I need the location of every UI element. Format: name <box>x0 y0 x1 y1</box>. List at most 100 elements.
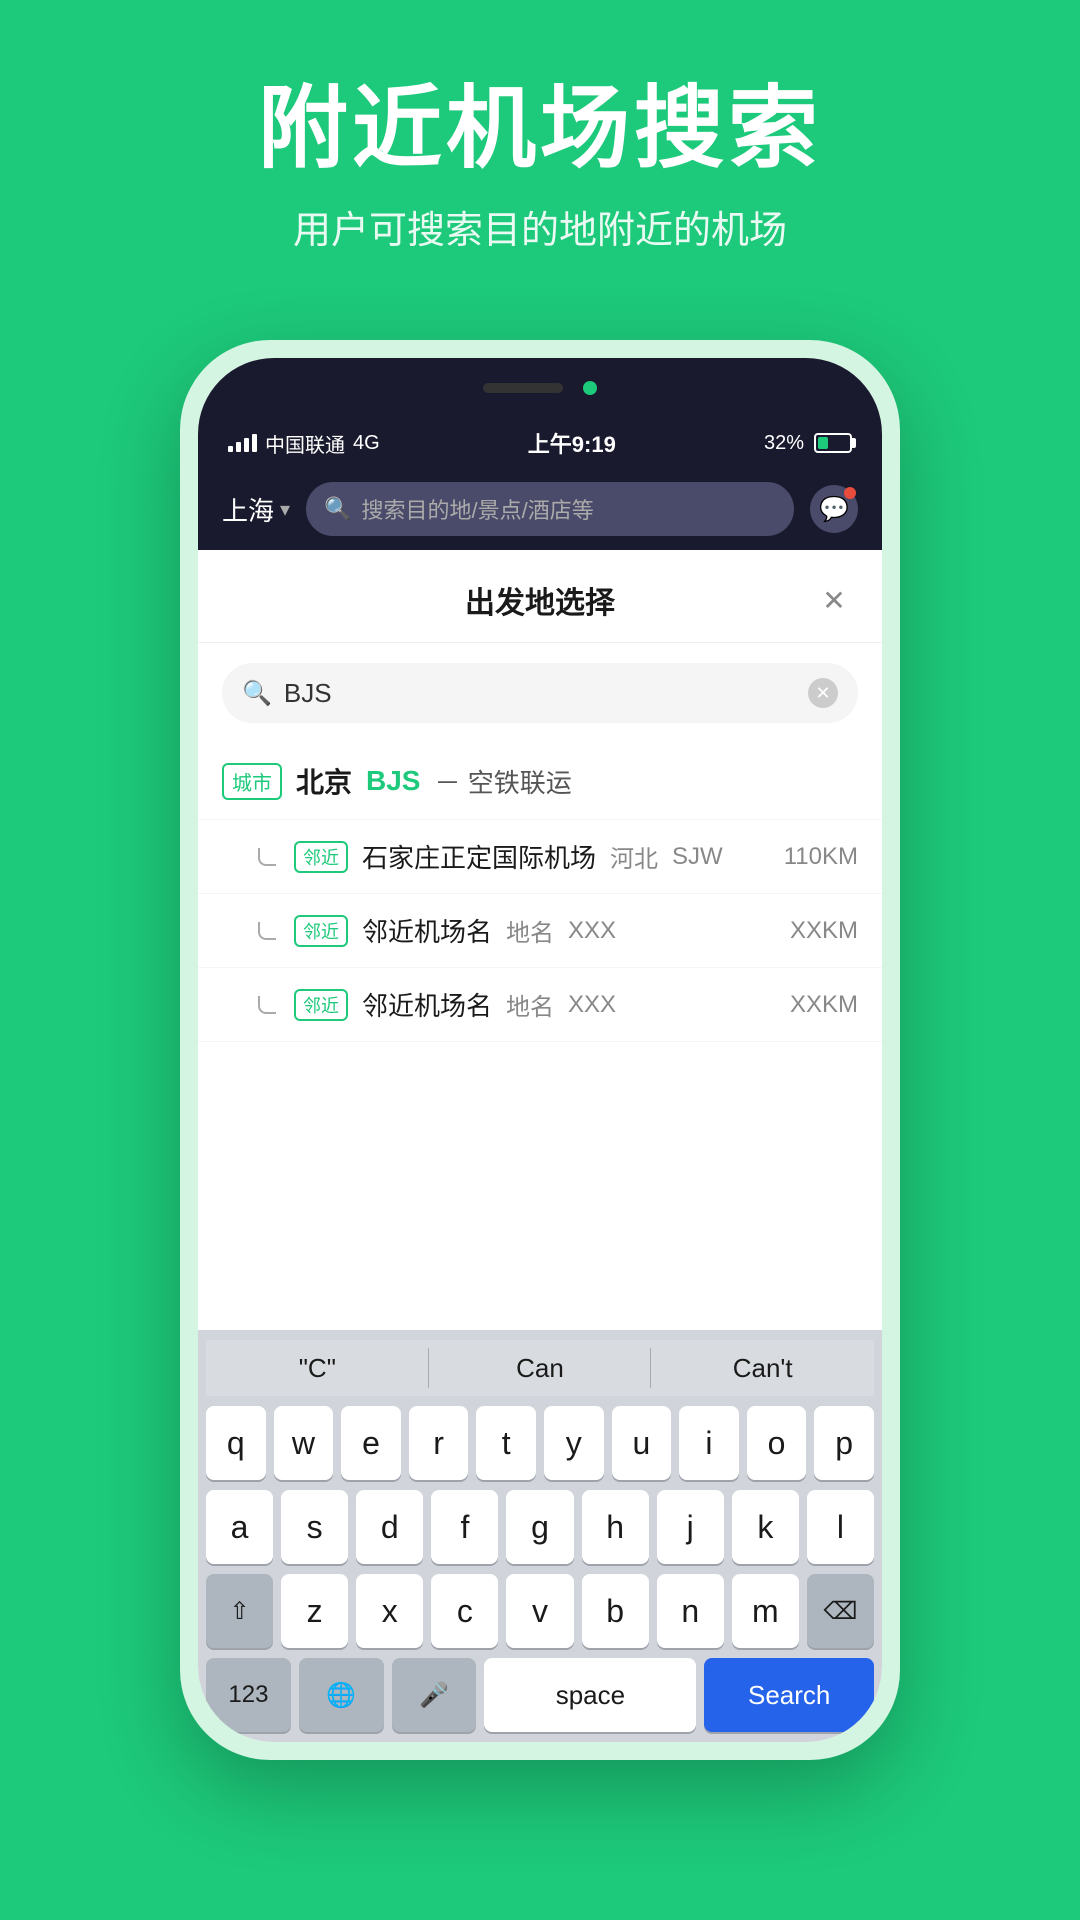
suggestion-item[interactable]: Can <box>429 1340 652 1396</box>
nearby-indicator <box>258 922 280 940</box>
key-o[interactable]: o <box>747 1406 807 1480</box>
nearby-tag: 邻近 <box>294 841 348 873</box>
search-key[interactable]: Search <box>704 1658 874 1732</box>
key-g[interactable]: g <box>506 1490 573 1564</box>
key-n[interactable]: n <box>657 1574 724 1648</box>
airport-distance: 110KM <box>784 843 858 871</box>
numbers-key[interactable]: 123 <box>206 1658 291 1732</box>
key-l[interactable]: l <box>807 1490 874 1564</box>
page-subtitle: 用户可搜索目的地附近的机场 <box>0 199 1080 254</box>
key-m[interactable]: m <box>732 1574 799 1648</box>
airport-code: XXX <box>568 991 616 1019</box>
close-button[interactable]: ✕ <box>816 582 852 618</box>
keyboard-row-1: q w e r t y u i o p <box>206 1406 874 1480</box>
city-result-row[interactable]: 城市 北京 BJS － 空铁联运 <box>198 743 882 820</box>
notification-badge <box>844 487 856 499</box>
signal-strength-icon <box>228 434 257 452</box>
modal-header: 出发地选择 ✕ <box>198 550 882 643</box>
modal-search-row: 🔍 BJS ✕ <box>198 643 882 743</box>
keyboard-suggestions-bar: "C" Can Can't <box>206 1340 874 1396</box>
airport-code: SJW <box>672 843 723 871</box>
app-search-bar[interactable]: 🔍 搜索目的地/景点/酒店等 <box>306 482 794 536</box>
key-a[interactable]: a <box>206 1490 273 1564</box>
keyboard: "C" Can Can't q w e r t y u <box>198 1330 882 1742</box>
key-t[interactable]: t <box>476 1406 536 1480</box>
city-tag: 城市 <box>222 763 282 800</box>
key-d[interactable]: d <box>356 1490 423 1564</box>
key-x[interactable]: x <box>356 1574 423 1648</box>
key-k[interactable]: k <box>732 1490 799 1564</box>
status-right: 32% <box>764 432 852 455</box>
chat-icon-button[interactable]: 💬 <box>810 485 858 533</box>
nearby-indicator <box>258 848 280 866</box>
airport-name: 邻近机场名 <box>362 986 492 1023</box>
page-title: 附近机场搜索 <box>0 80 1080 179</box>
shift-key[interactable]: ⇧ <box>206 1574 273 1648</box>
key-c[interactable]: c <box>431 1574 498 1648</box>
status-bar: 中国联通 4G 上午9:19 32% <box>198 418 882 468</box>
city-result-name: 北京 <box>296 761 352 801</box>
search-icon: 🔍 <box>242 679 272 708</box>
list-item[interactable]: 邻近 邻近机场名 地名 XXX XXKM <box>198 894 882 968</box>
suggestion-item[interactable]: "C" <box>206 1340 429 1396</box>
status-time: 上午9:19 <box>528 427 616 459</box>
results-section: 城市 北京 BJS － 空铁联运 邻近 石家庄正定国际机场 <box>198 743 882 1330</box>
key-r[interactable]: r <box>409 1406 469 1480</box>
modal-title: 出发地选择 <box>264 578 816 622</box>
search-icon: 🔍 <box>324 496 351 522</box>
airport-distance: XXKM <box>790 991 858 1019</box>
keyboard-row-2: a s d f g h j k l <box>206 1490 874 1564</box>
chat-icon: 💬 <box>819 495 849 524</box>
phone-notch <box>198 358 882 418</box>
speaker-grille <box>483 383 563 393</box>
airport-region: 地名 <box>506 913 554 948</box>
phone-mockup: 中国联通 4G 上午9:19 32% 上海 ▾ <box>180 340 900 1820</box>
globe-key[interactable]: 🌐 <box>299 1658 384 1732</box>
city-result-code: BJS <box>366 765 420 797</box>
curve-icon <box>258 922 276 940</box>
key-u[interactable]: u <box>612 1406 672 1480</box>
key-z[interactable]: z <box>281 1574 348 1648</box>
list-item[interactable]: 邻近 邻近机场名 地名 XXX XXKM <box>198 968 882 1042</box>
search-clear-button[interactable]: ✕ <box>808 678 838 708</box>
key-b[interactable]: b <box>582 1574 649 1648</box>
phone-outer-shell: 中国联通 4G 上午9:19 32% 上海 ▾ <box>180 340 900 1760</box>
airport-region: 河北 <box>610 839 658 874</box>
app-topbar: 上海 ▾ 🔍 搜索目的地/景点/酒店等 💬 <box>198 468 882 550</box>
carrier-label: 中国联通 <box>265 429 345 458</box>
search-input-value: BJS <box>284 678 796 709</box>
key-j[interactable]: j <box>657 1490 724 1564</box>
airport-code: XXX <box>568 917 616 945</box>
empty-content-area <box>198 1042 882 1242</box>
nearby-tag: 邻近 <box>294 989 348 1021</box>
key-i[interactable]: i <box>679 1406 739 1480</box>
key-h[interactable]: h <box>582 1490 649 1564</box>
phone-screen-container: 中国联通 4G 上午9:19 32% 上海 ▾ <box>198 358 882 1742</box>
city-result-suffix: － 空铁联运 <box>434 763 571 800</box>
airport-name: 邻近机场名 <box>362 912 492 949</box>
airport-region: 地名 <box>506 987 554 1022</box>
space-key[interactable]: space <box>484 1658 696 1732</box>
microphone-key[interactable]: 🎤 <box>392 1658 477 1732</box>
key-v[interactable]: v <box>506 1574 573 1648</box>
modal-search-field[interactable]: 🔍 BJS ✕ <box>222 663 858 723</box>
main-content: 出发地选择 ✕ 🔍 BJS ✕ <box>198 550 882 1742</box>
list-item[interactable]: 邻近 石家庄正定国际机场 河北 SJW 110KM <box>198 820 882 894</box>
keyboard-row-3: ⇧ z x c v b n m ⌫ <box>206 1574 874 1648</box>
suggestion-item[interactable]: Can't <box>651 1340 874 1396</box>
battery-icon <box>814 433 852 453</box>
key-q[interactable]: q <box>206 1406 266 1480</box>
city-selector[interactable]: 上海 ▾ <box>222 491 290 528</box>
key-f[interactable]: f <box>431 1490 498 1564</box>
key-e[interactable]: e <box>341 1406 401 1480</box>
backspace-key[interactable]: ⌫ <box>807 1574 874 1648</box>
front-camera <box>583 381 597 395</box>
nearby-tag: 邻近 <box>294 915 348 947</box>
keyboard-bottom-row: 123 🌐 🎤 space Search <box>206 1658 874 1732</box>
key-y[interactable]: y <box>544 1406 604 1480</box>
phone-screen: 中国联通 4G 上午9:19 32% 上海 ▾ <box>198 418 882 1742</box>
key-s[interactable]: s <box>281 1490 348 1564</box>
search-placeholder-text: 搜索目的地/景点/酒店等 <box>361 493 593 525</box>
key-w[interactable]: w <box>274 1406 334 1480</box>
key-p[interactable]: p <box>814 1406 874 1480</box>
